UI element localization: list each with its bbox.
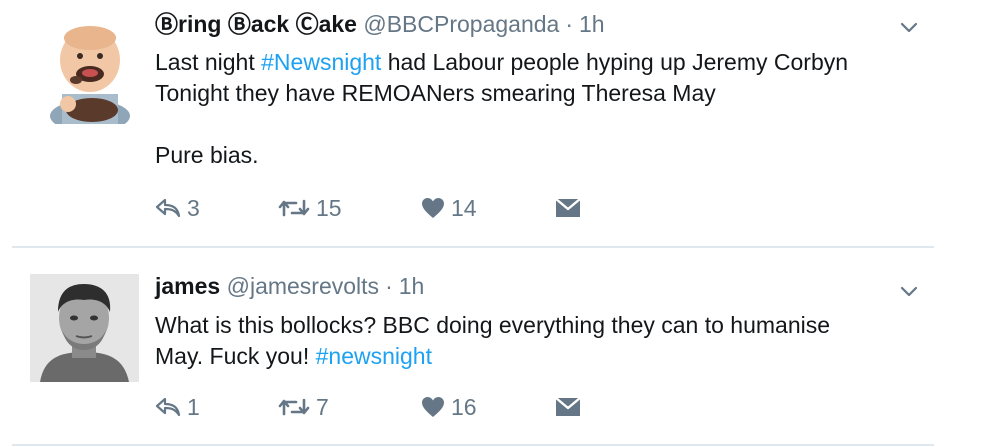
timestamp[interactable]: 1h [399, 273, 425, 299]
reply-icon [155, 397, 181, 417]
reply-count: 1 [187, 393, 200, 420]
like-button[interactable]: 14 [421, 193, 477, 223]
reply-button[interactable]: 1 [155, 392, 200, 422]
tweet-header: Ⓑring Ⓑack Ⓒake @BBCPropaganda · 1h [155, 9, 605, 39]
reply-count: 3 [187, 194, 200, 221]
line-break [155, 109, 848, 140]
avatar[interactable] [30, 274, 139, 382]
separator: · [385, 273, 393, 299]
direct-message-button[interactable] [555, 392, 581, 422]
retweet-icon [278, 398, 310, 416]
retweet-count: 15 [316, 194, 342, 221]
like-count: 14 [451, 194, 477, 221]
more-options-button[interactable] [898, 16, 920, 38]
hashtag-link[interactable]: #newsnight [316, 343, 432, 369]
divider [12, 444, 934, 446]
tweet[interactable]: Ⓑring Ⓑack Ⓒake @BBCPropaganda · 1h Last n… [0, 0, 1000, 247]
heart-icon [422, 397, 444, 417]
text-segment: Tonight they have REMOANers smearing The… [155, 80, 716, 106]
display-name[interactable]: james [155, 273, 220, 299]
tweet-line: Last night #Newsnight had Labour people … [155, 47, 848, 78]
display-name[interactable]: Ⓑring Ⓑack Ⓒake [155, 11, 357, 37]
retweet-button[interactable]: 7 [278, 392, 329, 422]
avatar[interactable] [40, 24, 140, 124]
text-segment: Pure bias. [155, 142, 259, 168]
text-segment: May. Fuck you! [155, 343, 316, 369]
text-segment: had Labour people hyping up Jeremy Corby… [381, 49, 849, 75]
tweet-text: What is this bollocks? BBC doing everyth… [155, 310, 830, 372]
tweet-line: Pure bias. [155, 140, 848, 171]
more-options-button[interactable] [898, 280, 920, 302]
retweet-button[interactable]: 15 [278, 193, 342, 223]
separator: · [565, 11, 574, 37]
man-portrait-avatar-icon [30, 274, 139, 382]
text-segment: What is this bollocks? BBC doing everyth… [155, 312, 831, 338]
tweet-line: Tonight they have REMOANers smearing The… [155, 78, 848, 109]
retweet-count: 7 [316, 393, 329, 420]
hashtag-link[interactable]: #Newsnight [261, 49, 381, 75]
reply-icon [155, 198, 181, 218]
envelope-icon [555, 397, 581, 416]
direct-message-button[interactable] [555, 193, 581, 223]
envelope-icon [555, 198, 581, 217]
baby-cake-avatar-icon [40, 24, 140, 124]
reply-button[interactable]: 3 [155, 193, 200, 223]
tweet-text: Last night #Newsnight had Labour people … [155, 47, 848, 171]
tweet[interactable]: james @jamesrevolts · 1h What is this boll… [0, 248, 1000, 447]
like-count: 16 [451, 393, 477, 420]
user-handle[interactable]: @BBCPropaganda [363, 11, 559, 37]
tweet-line: May. Fuck you! #newsnight [155, 341, 830, 372]
heart-icon [422, 198, 444, 218]
timestamp[interactable]: 1h [579, 11, 605, 37]
tweet-header: james @jamesrevolts · 1h [155, 271, 424, 301]
retweet-icon [278, 199, 310, 217]
like-button[interactable]: 16 [421, 392, 477, 422]
chevron-down-icon [900, 22, 918, 33]
tweet-line: What is this bollocks? BBC doing everyth… [155, 310, 830, 341]
text-segment: Last night [155, 49, 262, 75]
user-handle[interactable]: @jamesrevolts [227, 273, 379, 299]
chevron-down-icon [900, 286, 918, 297]
